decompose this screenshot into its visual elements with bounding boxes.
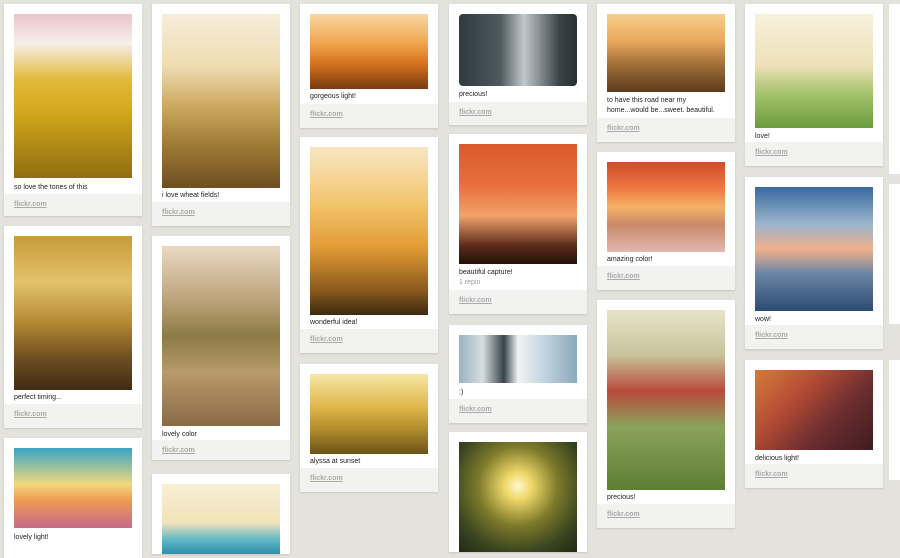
pin-card[interactable]: lovely light!: [4, 438, 142, 558]
pin-image-wedding-collage[interactable]: [459, 335, 577, 383]
pin-image-beach-swing[interactable]: [162, 484, 280, 554]
pin-source[interactable]: flickr.com: [300, 104, 438, 128]
pin-card[interactable]: wow! flickr.com: [745, 177, 883, 349]
pin-image-sunburst-field[interactable]: [459, 442, 577, 552]
pin-card[interactable]: i love wheat fields! flickr.com: [152, 4, 290, 226]
pin-image-sunlit-flowers[interactable]: [755, 370, 873, 450]
pin-source[interactable]: flickr.com: [449, 399, 587, 423]
source-link[interactable]: flickr.com: [459, 297, 492, 304]
pin-card[interactable]: alyssa at sunset flickr.com: [300, 364, 438, 492]
source-link[interactable]: flickr.com: [14, 201, 47, 208]
pin-caption: wonderful idea!: [310, 319, 358, 326]
pin-caption: beautiful capture!: [459, 269, 513, 276]
pin-image-wheat-field[interactable]: [162, 14, 280, 188]
pin-image-girl-shore[interactable]: [162, 246, 280, 426]
pin-caption: to have this road near my home...would b…: [607, 97, 715, 114]
source-link[interactable]: flickr.com: [310, 111, 343, 118]
pin-source[interactable]: flickr.com: [597, 266, 735, 290]
pin-caption: love!: [755, 133, 770, 140]
source-link[interactable]: flickr.com: [755, 149, 788, 156]
pin-source[interactable]: flickr.com: [152, 440, 290, 460]
pin-caption: alyssa at sunset: [310, 458, 361, 465]
pin-caption: i love wheat fields!: [162, 192, 220, 199]
pin-image-girl-barn[interactable]: [607, 310, 725, 490]
pin-source[interactable]: flickr.com: [152, 202, 290, 226]
pin-image-umbrella-silhouette[interactable]: [310, 147, 428, 315]
pin-image-deer-sunset[interactable]: [310, 14, 428, 89]
pin-image-child-crying[interactable]: [459, 14, 577, 86]
pin-card[interactable]: to have this road near my home...would b…: [597, 4, 735, 142]
pin-repin-count: 1 repin: [459, 279, 481, 286]
pin-card[interactable]: precious! flickr.com: [597, 300, 735, 528]
pin-source[interactable]: flickr.com: [300, 329, 438, 353]
source-link[interactable]: flickr.com: [14, 411, 47, 418]
source-link[interactable]: flickr.com: [459, 406, 492, 413]
pin-board: { "source_label": "flickr.com", "pins": …: [0, 0, 900, 558]
pin-caption: amazing color!: [607, 256, 653, 263]
pin-card[interactable]: wonderful idea! flickr.com: [300, 137, 438, 353]
source-link[interactable]: flickr.com: [162, 209, 195, 216]
pin-card[interactable]: gorgeous light! flickr.com: [300, 4, 438, 128]
source-link[interactable]: flickr.com: [310, 475, 343, 482]
pin-caption: delicious light!: [755, 455, 799, 462]
partial-pin-edge: [889, 4, 900, 174]
pin-card[interactable]: precious! flickr.com: [449, 4, 587, 125]
pin-caption: precious!: [459, 91, 488, 98]
source-link[interactable]: flickr.com: [310, 336, 343, 343]
pin-source[interactable]: flickr.com: [745, 142, 883, 166]
pin-image-country-road[interactable]: [607, 14, 725, 92]
pin-card[interactable]: beautiful capture! 1 repin flickr.com: [449, 134, 587, 314]
pin-card[interactable]: [152, 474, 290, 554]
pin-card[interactable]: [449, 432, 587, 552]
pin-source[interactable]: flickr.com: [4, 404, 142, 428]
source-link[interactable]: flickr.com: [755, 471, 788, 478]
pin-source[interactable]: flickr.com: [449, 290, 587, 314]
pin-caption: wow!: [755, 316, 771, 323]
pin-source[interactable]: flickr.com: [4, 194, 142, 216]
pin-source[interactable]: flickr.com: [597, 504, 735, 528]
source-link[interactable]: flickr.com: [459, 109, 492, 116]
pin-card[interactable]: amazing color! flickr.com: [597, 152, 735, 290]
partial-pin-edge: [889, 360, 900, 480]
pin-source[interactable]: flickr.com: [745, 325, 883, 349]
pin-source[interactable]: flickr.com: [449, 102, 587, 125]
source-link[interactable]: flickr.com: [607, 125, 640, 132]
pin-source[interactable]: flickr.com: [300, 468, 438, 492]
source-link[interactable]: flickr.com: [607, 511, 640, 518]
pin-card[interactable]: so love the tones of this flickr.com: [4, 4, 142, 216]
pin-source[interactable]: flickr.com: [597, 118, 735, 142]
pin-image-wedding-water[interactable]: [755, 187, 873, 311]
pin-caption: so love the tones of this: [14, 184, 88, 191]
pin-image-beach-child[interactable]: [14, 236, 132, 390]
pin-image-beach-kids[interactable]: [607, 162, 725, 252]
pin-source[interactable]: flickr.com: [745, 464, 883, 488]
source-link[interactable]: flickr.com: [607, 273, 640, 280]
source-link[interactable]: flickr.com: [755, 332, 788, 339]
pin-caption: perfect timing...: [14, 394, 62, 401]
pin-card[interactable]: :) flickr.com: [449, 325, 587, 423]
pin-image-field-flowers[interactable]: [14, 14, 132, 178]
pin-card[interactable]: delicious light! flickr.com: [745, 360, 883, 488]
pin-card[interactable]: love! flickr.com: [745, 4, 883, 166]
pin-card[interactable]: perfect timing... flickr.com: [4, 226, 142, 428]
pin-caption: :): [459, 389, 464, 396]
pin-image-sunset-sky[interactable]: [14, 448, 132, 528]
source-link[interactable]: flickr.com: [162, 447, 195, 454]
pin-caption: lovely color: [162, 431, 198, 438]
pin-caption: gorgeous light!: [310, 93, 356, 100]
pin-card[interactable]: lovely color flickr.com: [152, 236, 290, 460]
partial-pin-edge: [889, 184, 900, 324]
pin-image-field-sunset-girl[interactable]: [310, 374, 428, 454]
pin-caption: precious!: [607, 494, 636, 501]
pin-image-pregnant-umbrella[interactable]: [755, 14, 873, 128]
pin-image-silhouette-dog[interactable]: [459, 144, 577, 264]
